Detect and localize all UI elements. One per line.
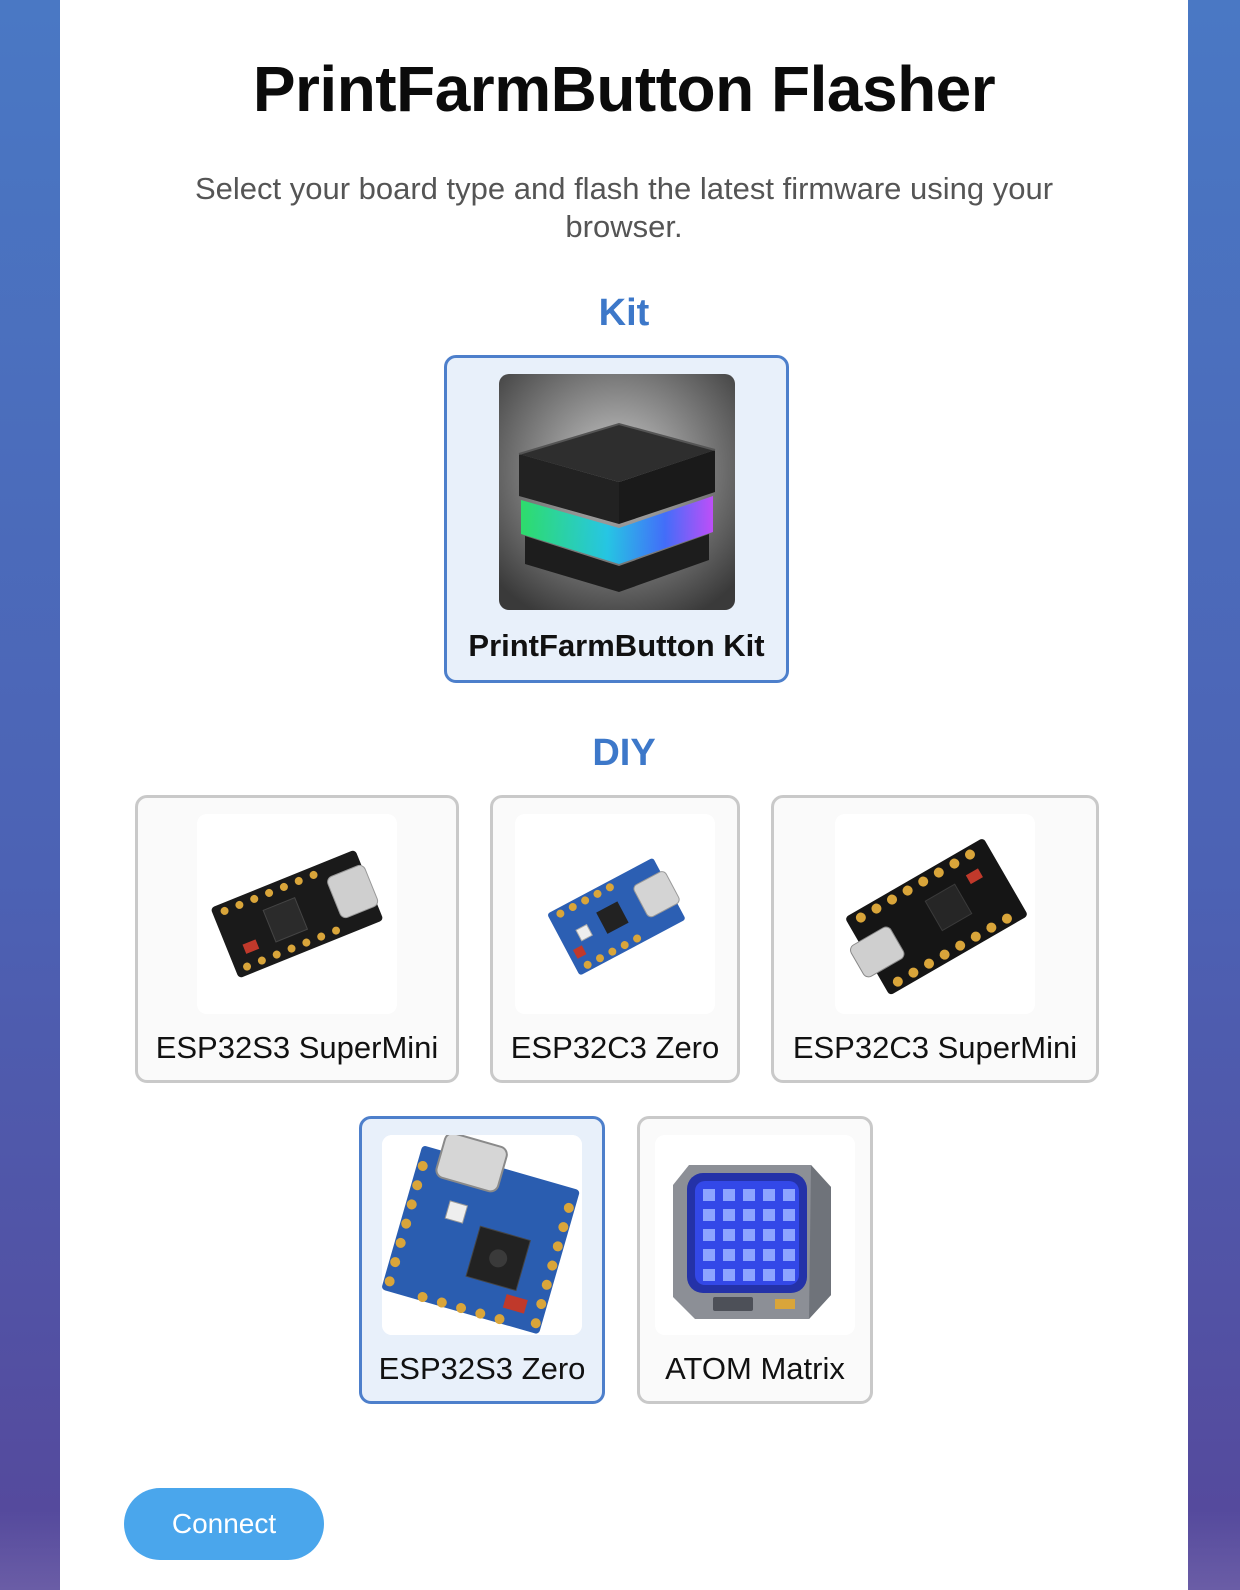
board-option-esp32s3-zero[interactable]: ESP32S3 Zero bbox=[359, 1116, 605, 1404]
board-option-esp32c3-supermini[interactable]: ESP32C3 SuperMini bbox=[771, 795, 1099, 1083]
board-label: ESP32C3 SuperMini bbox=[792, 1030, 1078, 1065]
board-label: ESP32C3 Zero bbox=[510, 1030, 720, 1065]
page-subtitle: Select your board type and flash the lat… bbox=[194, 171, 1054, 244]
section-heading-kit: Kit bbox=[598, 292, 650, 334]
printfarmbutton-kit-image bbox=[498, 374, 735, 610]
esp32s3-zero-image bbox=[382, 1135, 582, 1335]
board-label: PrintFarmButton Kit bbox=[468, 628, 765, 663]
atom-matrix-image bbox=[655, 1135, 855, 1335]
page-title: PrintFarmButton Flasher bbox=[252, 53, 996, 125]
board-label: ESP32S3 Zero bbox=[378, 1351, 586, 1386]
board-option-atom-matrix[interactable]: ATOM Matrix bbox=[637, 1116, 873, 1404]
esp32s3-supermini-image bbox=[197, 814, 397, 1014]
board-label: ESP32S3 SuperMini bbox=[155, 1030, 439, 1065]
connect-button[interactable]: Connect bbox=[124, 1488, 324, 1560]
esp32c3-supermini-image bbox=[835, 814, 1035, 1014]
board-option-esp32c3-zero[interactable]: ESP32C3 Zero bbox=[490, 795, 740, 1083]
board-option-printfarmbutton-kit[interactable]: PrintFarmButton Kit bbox=[444, 355, 789, 683]
board-option-esp32s3-supermini[interactable]: ESP32S3 SuperMini bbox=[135, 795, 459, 1083]
board-label: ATOM Matrix bbox=[665, 1351, 845, 1386]
esp32c3-zero-image bbox=[515, 814, 715, 1014]
section-heading-diy: DIY bbox=[592, 732, 656, 774]
flasher-panel: PrintFarmButton Flasher Select your boar… bbox=[60, 0, 1188, 1590]
